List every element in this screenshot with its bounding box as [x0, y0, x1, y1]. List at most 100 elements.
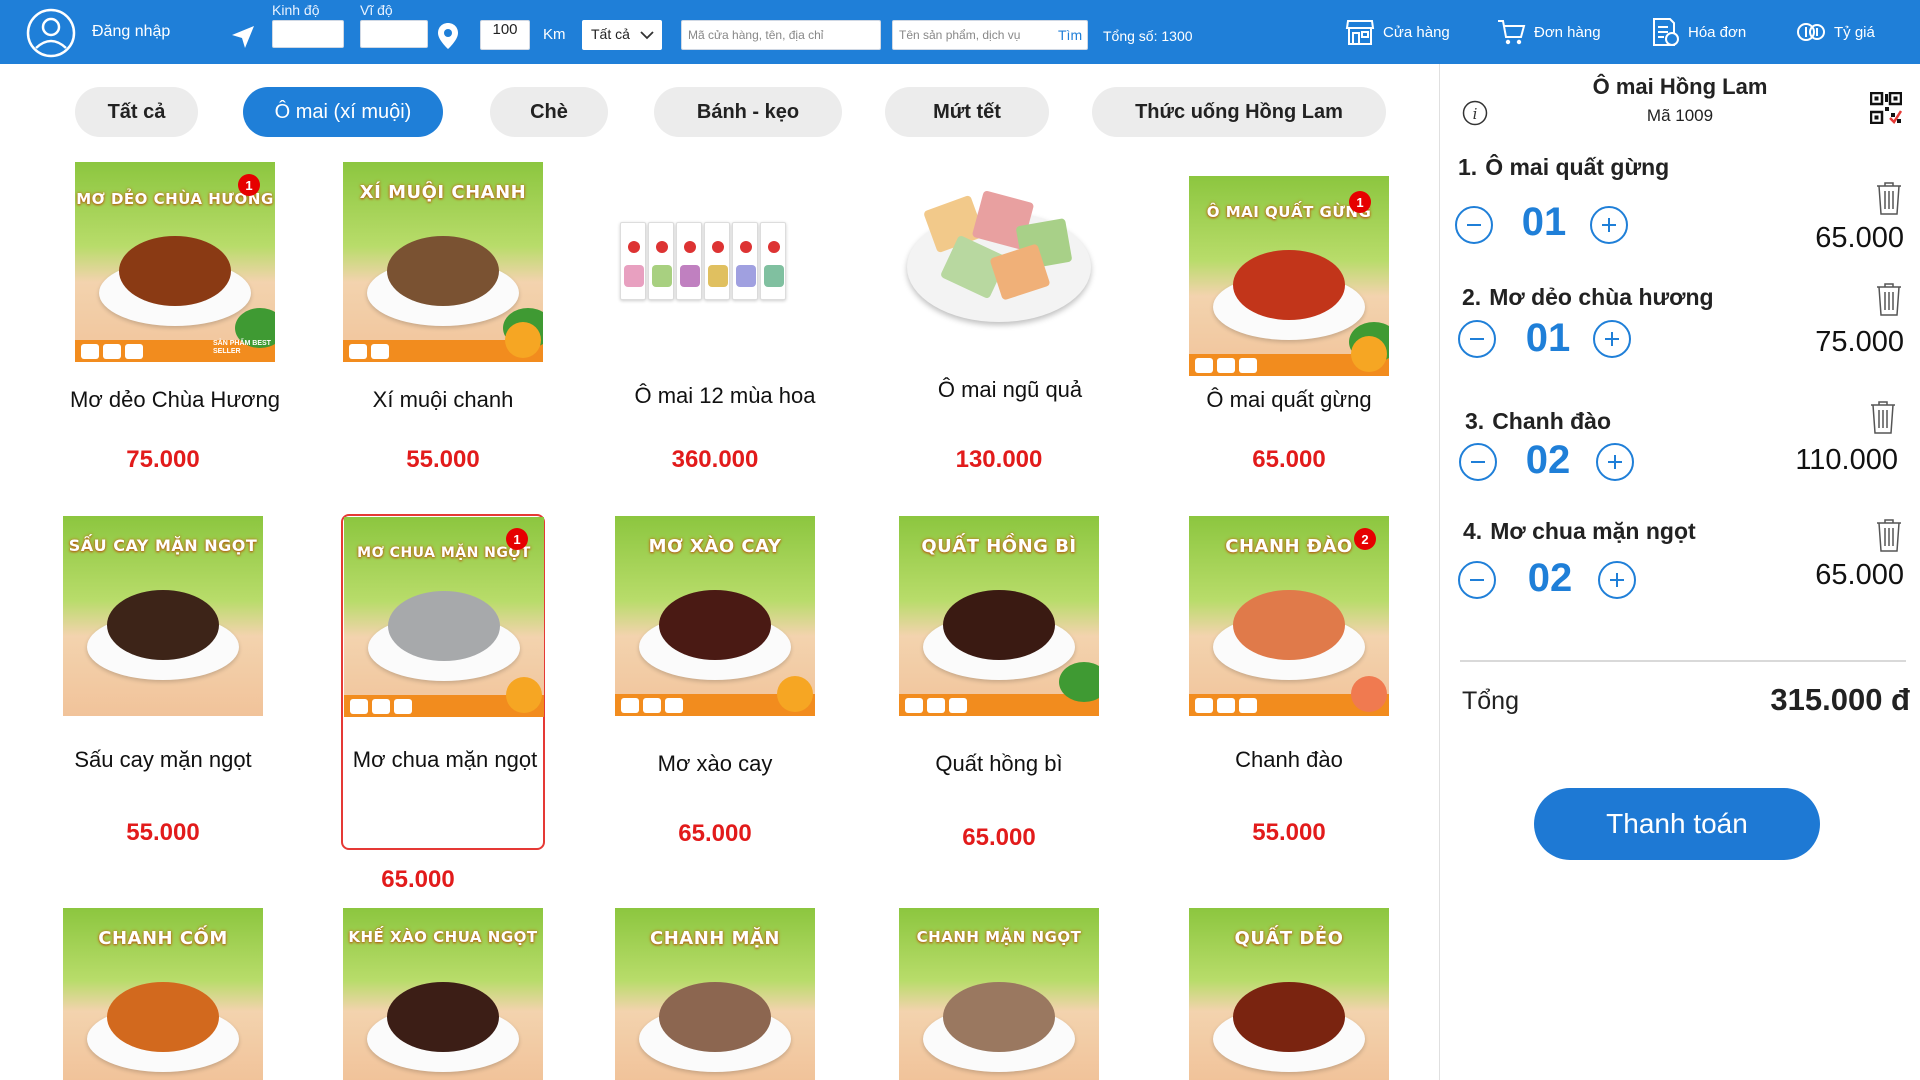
cart-item-qty: 01: [1525, 316, 1571, 360]
product-card[interactable]: CHANH MẶN: [615, 908, 815, 1080]
minus-icon: [1471, 461, 1485, 463]
product-name: Xí muội chanh: [372, 387, 514, 412]
total-label: Tổng: [1462, 687, 1519, 715]
cart-item-label: Ô mai quất gừng: [1485, 154, 1670, 180]
product-name: Chanh đào: [1235, 747, 1343, 772]
product-image-title: SẤU CAY MẶN NGỌT: [68, 536, 258, 555]
cart-count-badge: 1: [506, 528, 528, 550]
total-count: Tổng số: 1300: [1103, 28, 1193, 44]
product-name: Quất hồng bì: [935, 751, 1063, 776]
product-card[interactable]: CHANH CỐM: [63, 908, 263, 1080]
decrease-qty-button[interactable]: [1458, 320, 1496, 358]
product-card[interactable]: MƠ XÀO CAY: [615, 516, 815, 716]
exchange-rate-icon: [1797, 23, 1825, 41]
trash-icon[interactable]: [1870, 400, 1896, 434]
radius-input[interactable]: 100: [480, 20, 530, 50]
cart-count-badge: 1: [1349, 191, 1371, 213]
product-card[interactable]: [615, 162, 815, 362]
cart-item-label: Mơ dẻo chùa hương: [1489, 284, 1714, 310]
info-icon[interactable]: i: [1462, 100, 1488, 126]
nav-store[interactable]: Cửa hàng: [1345, 14, 1450, 50]
search-button[interactable]: Tìm: [1058, 27, 1082, 43]
decrease-qty-button[interactable]: [1455, 206, 1493, 244]
store-search-input[interactable]: Mã cửa hàng, tên, địa chỉ: [681, 20, 881, 50]
latitude-input[interactable]: [360, 20, 428, 48]
product-image: CHANH MẶN: [615, 908, 815, 1080]
tab-o-mai[interactable]: Ô mai (xí muội): [243, 87, 443, 137]
decrease-qty-button[interactable]: [1459, 443, 1497, 481]
login-link[interactable]: Đăng nhập: [92, 23, 170, 41]
user-icon[interactable]: [26, 8, 76, 58]
location-arrow-icon[interactable]: [230, 24, 256, 50]
product-card-selected[interactable]: MƠ CHUA MẶN NGỌT 1 Mơ chua mặn ngọt: [341, 514, 545, 850]
plus-icon: [1602, 218, 1616, 232]
product-image-title: QUẤT HỒNG BÌ: [921, 536, 1077, 557]
product-name: Sấu cay mặn ngọt: [74, 747, 252, 772]
product-price: 55.000: [406, 446, 480, 473]
qr-code-icon[interactable]: [1870, 92, 1902, 124]
nav-orders[interactable]: Đơn hàng: [1496, 14, 1601, 50]
map-pin-icon[interactable]: [437, 22, 459, 50]
cart-item-qty: 02: [1525, 438, 1571, 482]
product-name: Ô mai quất gừng: [1206, 387, 1372, 412]
product-name: Mơ dẻo Chùa Hương: [70, 387, 280, 412]
cart-count-badge: 2: [1354, 528, 1376, 550]
product-image-title: XÍ MUỘI CHANH: [359, 182, 527, 203]
tab-banh-keo[interactable]: Bánh - kẹo: [654, 87, 842, 137]
product-card[interactable]: QUẤT DẺO: [1189, 908, 1389, 1080]
product-image-title: CHANH CỐM: [98, 928, 228, 949]
invoice-icon: [1653, 18, 1679, 46]
product-image-title: CHANH MẶN: [649, 928, 780, 949]
product-card[interactable]: Ô MAI QUẤT GỪNG 1: [1189, 176, 1389, 376]
plus-icon: [1610, 573, 1624, 587]
category-select-value: Tất cả: [591, 26, 630, 42]
minus-icon: [1470, 338, 1484, 340]
plus-icon: [1605, 332, 1619, 346]
trash-icon[interactable]: [1876, 181, 1902, 215]
product-image-title: KHẾ XÀO CHUA NGỌT: [348, 928, 538, 946]
product-card[interactable]: SẤU CAY MẶN NGỌT: [63, 516, 263, 716]
cart-item-qty: 01: [1521, 200, 1567, 244]
product-card[interactable]: [899, 162, 1099, 362]
cart-item-name: 4. Mơ chua mặn ngọt: [1463, 518, 1696, 545]
longitude-input[interactable]: [272, 20, 344, 48]
tab-mut-tet[interactable]: Mứt tết: [885, 87, 1049, 137]
cart-item-price: 65.000: [1815, 222, 1904, 254]
product-card[interactable]: MƠ DẺO CHÙA HƯƠNG SẢN PHẨM BEST SELLER 1: [75, 162, 275, 362]
tab-thuc-uong[interactable]: Thức uống Hồng Lam: [1092, 87, 1386, 137]
tab-all[interactable]: Tất cả: [75, 87, 198, 137]
product-price: 130.000: [955, 446, 1043, 473]
nav-orders-label: Đơn hàng: [1534, 23, 1601, 41]
nav-exchange-rate-label: Tỷ giá: [1834, 23, 1875, 41]
product-price: 65.000: [678, 820, 752, 847]
minus-icon: [1470, 579, 1484, 581]
increase-qty-button[interactable]: [1598, 561, 1636, 599]
trash-icon[interactable]: [1876, 282, 1902, 316]
radius-unit-label: Km: [543, 26, 566, 43]
nav-invoices[interactable]: Hóa đơn: [1650, 14, 1746, 50]
category-select[interactable]: Tất cả: [582, 20, 662, 50]
cart-count-badge: 1: [238, 174, 260, 196]
plus-icon: [1608, 455, 1622, 469]
increase-qty-button[interactable]: [1593, 320, 1631, 358]
increase-qty-button[interactable]: [1590, 206, 1628, 244]
product-card[interactable]: QUẤT HỒNG BÌ: [899, 516, 1099, 716]
longitude-label: Kinh độ: [272, 2, 320, 18]
increase-qty-button[interactable]: [1596, 443, 1634, 481]
tab-che[interactable]: Chè: [490, 87, 608, 137]
product-card[interactable]: CHANH ĐÀO 2: [1189, 516, 1389, 716]
product-image: QUẤT DẺO: [1189, 908, 1389, 1080]
product-card[interactable]: XÍ MUỘI CHANH: [343, 162, 543, 362]
cart-item-index: 4.: [1463, 518, 1483, 544]
nav-exchange-rate[interactable]: Tỷ giá: [1796, 14, 1875, 50]
decrease-qty-button[interactable]: [1458, 561, 1496, 599]
store-search-placeholder: Mã cửa hàng, tên, địa chỉ: [688, 28, 824, 42]
product-card[interactable]: CHANH MẶN NGỌT: [899, 908, 1099, 1080]
shop-code: Mã 1009: [1646, 106, 1714, 125]
checkout-button[interactable]: Thanh toán: [1534, 788, 1820, 860]
cart-panel: i Ô mai Hồng Lam Mã 1009 1. Ô mai quất gừ…: [1439, 64, 1920, 1080]
trash-icon[interactable]: [1876, 518, 1902, 552]
product-image: [899, 162, 1099, 362]
product-card[interactable]: KHẾ XÀO CHUA NGỌT: [343, 908, 543, 1080]
cart-item-name: 1. Ô mai quất gừng: [1458, 154, 1669, 181]
